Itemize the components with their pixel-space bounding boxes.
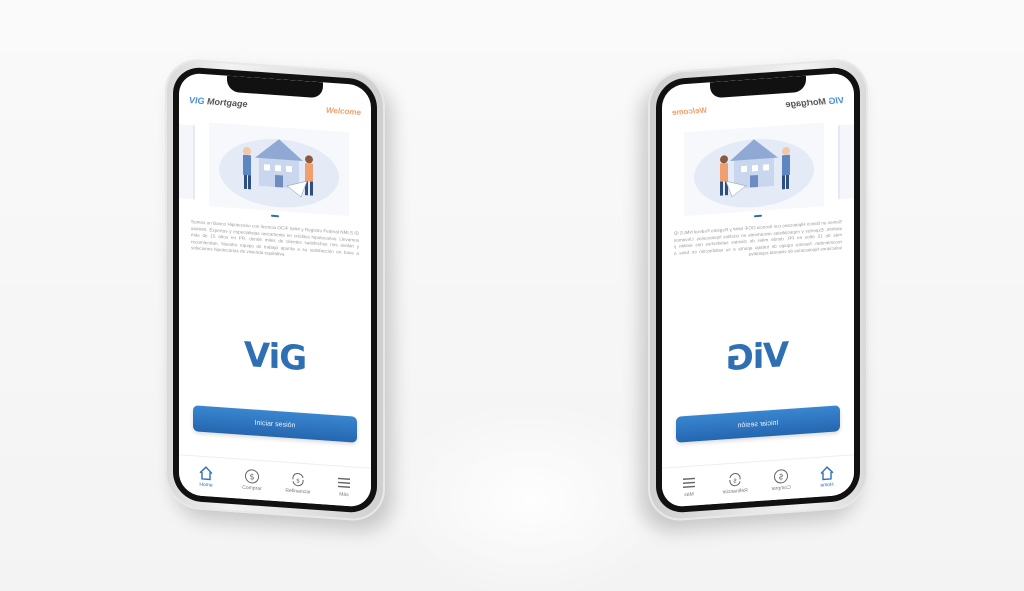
vig-logo: ViG	[726, 334, 790, 380]
welcome-text: Welcome	[672, 105, 707, 117]
carousel-dot	[754, 214, 762, 218]
tab-label: Refinanciar	[722, 487, 748, 496]
carousel-slide[interactable]	[209, 122, 349, 217]
about-text: Somos un Banco Hipotecario con licencia …	[674, 219, 842, 258]
refinance-icon: $	[729, 473, 741, 487]
tab-label: Más	[339, 491, 349, 499]
login-button[interactable]: Iniciar sesión	[193, 405, 357, 443]
brand-title: VIG Mortgage	[189, 95, 248, 109]
app-screen: VIG Mortgage Welcome Somos un Banco Hipo…	[662, 72, 854, 508]
refinance-icon: $	[292, 473, 304, 487]
tab-home[interactable]: Home	[807, 464, 847, 490]
house-illustration	[219, 139, 339, 208]
phone-left: VIG Mortgage Welcome Somos un Banco Hipo…	[165, 57, 385, 523]
tab-label: Home	[199, 481, 213, 489]
brand-prefix: VIG	[189, 94, 205, 107]
tab-refinanciar[interactable]: $ Refinanciar	[715, 470, 755, 496]
tab-label: Refinanciar	[285, 487, 311, 496]
svg-text:$: $	[249, 472, 254, 481]
house-illustration	[694, 139, 814, 208]
floor-glow	[380, 400, 680, 591]
tab-mas[interactable]: Más	[324, 473, 364, 499]
vig-logo: ViG	[243, 334, 307, 380]
tab-mas[interactable]: Más	[669, 473, 709, 499]
tab-label: Comprar	[242, 484, 262, 493]
carousel-prev-slide[interactable]	[179, 121, 195, 200]
svg-text:$: $	[296, 477, 300, 484]
image-carousel[interactable]	[662, 120, 854, 217]
tab-home[interactable]: Home	[186, 464, 226, 490]
home-icon	[199, 466, 213, 481]
svg-text:$: $	[733, 477, 737, 484]
home-icon	[820, 466, 834, 481]
brand-suffix: Mortgage	[785, 96, 826, 110]
tab-label: Home	[820, 481, 834, 489]
phone-right: VIG Mortgage Welcome Somos un Banco Hipo…	[648, 57, 868, 523]
carousel-slide[interactable]	[684, 122, 824, 217]
tab-refinanciar[interactable]: $ Refinanciar	[278, 470, 318, 496]
dollar-icon: $	[774, 469, 788, 484]
brand-prefix: VIG	[828, 94, 844, 107]
tab-label: Comprar	[771, 484, 791, 493]
dollar-icon: $	[245, 469, 259, 484]
menu-icon	[683, 477, 695, 488]
brand-suffix: Mortgage	[207, 96, 248, 110]
carousel-dot	[271, 214, 279, 218]
tab-comprar[interactable]: $ Comprar	[232, 467, 272, 493]
menu-icon	[338, 477, 350, 488]
tab-comprar[interactable]: $ Comprar	[761, 467, 801, 493]
brand-title: VIG Mortgage	[785, 95, 844, 109]
carousel-prev-slide[interactable]	[838, 121, 854, 200]
svg-text:$: $	[778, 472, 783, 481]
app-screen: VIG Mortgage Welcome Somos un Banco Hipo…	[179, 72, 371, 508]
image-carousel[interactable]	[179, 120, 371, 217]
welcome-text: Welcome	[326, 105, 361, 117]
login-button[interactable]: Iniciar sesión	[676, 405, 840, 443]
app-header: VIG Mortgage Welcome	[662, 90, 854, 121]
tab-label: Más	[684, 491, 694, 499]
about-text: Somos un Banco Hipotecario con licencia …	[191, 219, 359, 258]
